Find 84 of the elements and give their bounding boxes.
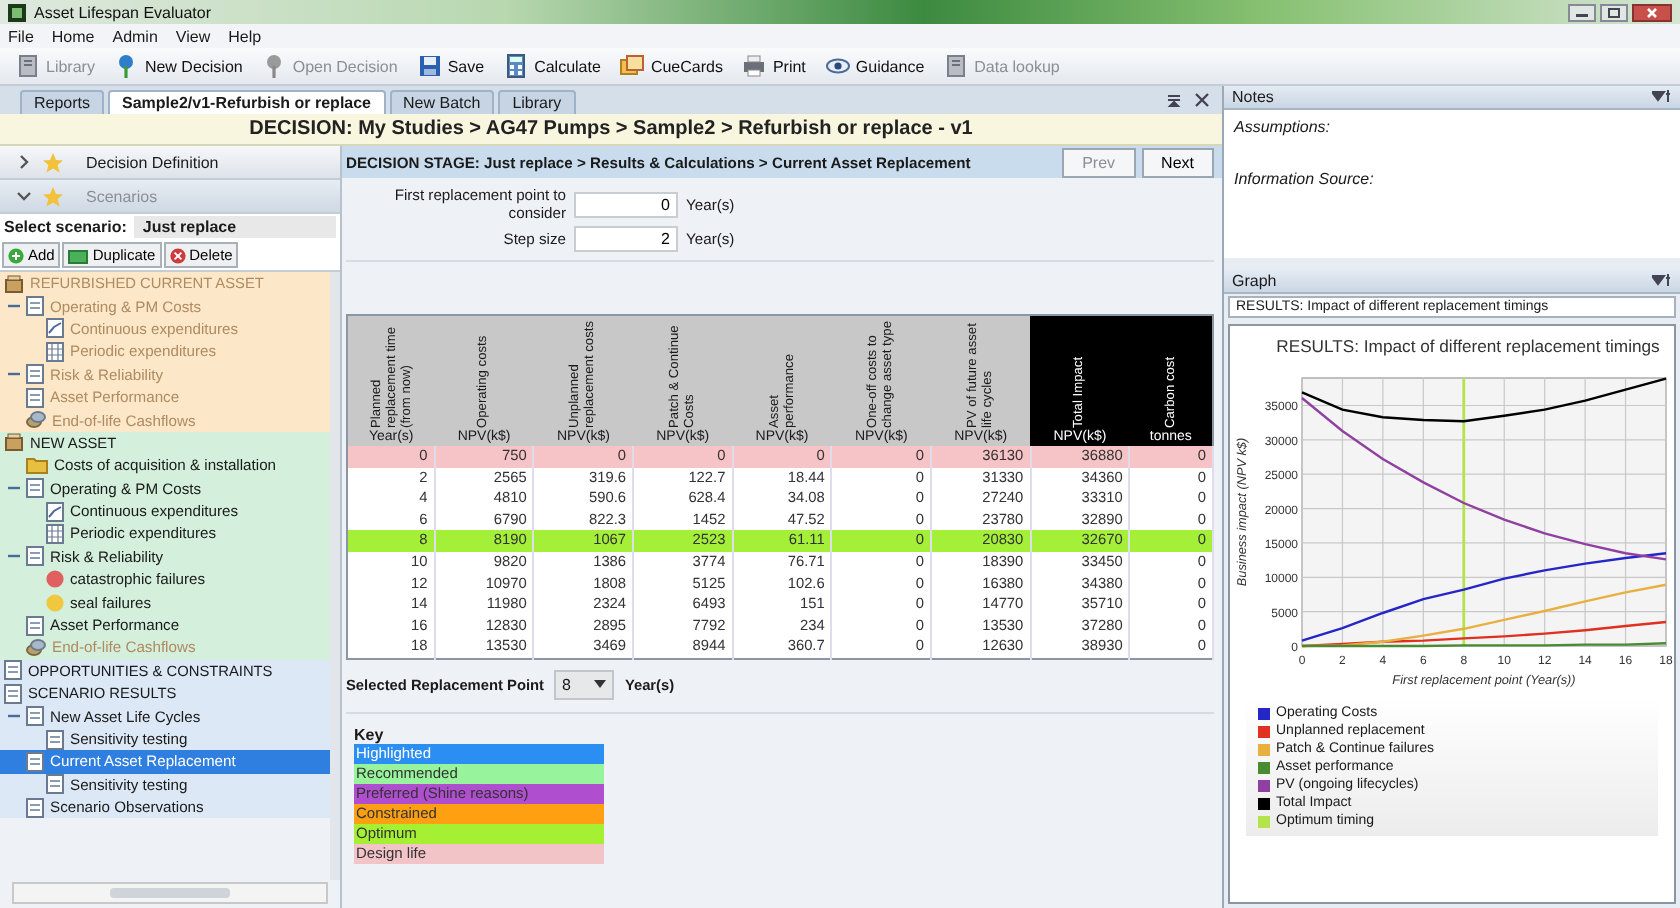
- page-icon: [26, 387, 44, 408]
- panel-title: Notes: [1232, 88, 1274, 106]
- close-icon[interactable]: [1194, 92, 1210, 108]
- nav-button[interactable]: Next: [1141, 147, 1214, 177]
- plus-circle-icon: [8, 247, 24, 263]
- toolbar-button[interactable]: Print: [738, 52, 810, 80]
- document-tab[interactable]: Reports: [20, 90, 105, 114]
- chart-icon: [46, 501, 64, 522]
- horizontal-scrollbar[interactable]: [12, 882, 328, 904]
- scenario-dropdown[interactable]: Just replace: [134, 216, 336, 238]
- coins-icon: [26, 410, 46, 431]
- menu-item[interactable]: Help: [228, 27, 262, 45]
- star-icon: [42, 185, 64, 207]
- panel-title: Scenarios: [86, 187, 158, 205]
- chart-title: RESULTS: Impact of different replacement timings: [1276, 336, 1660, 356]
- save-icon: [417, 54, 442, 78]
- copy-icon: [68, 247, 89, 263]
- input-field[interactable]: 2: [574, 226, 678, 252]
- delete-icon: [169, 247, 186, 263]
- document-tab[interactable]: Library: [498, 90, 576, 114]
- document-tab[interactable]: Sample2/v1-Refurbish or replace: [108, 90, 386, 114]
- toolbar-button[interactable]: CueCards: [616, 52, 727, 80]
- menu-item[interactable]: Admin: [112, 27, 158, 45]
- minimize-icon[interactable]: [1568, 3, 1596, 21]
- coins-icon: [26, 637, 46, 658]
- page-icon: [26, 296, 44, 317]
- page-icon: [46, 729, 64, 749]
- toolbar-button[interactable]: Guidance: [821, 52, 929, 80]
- grid-icon: [46, 523, 64, 544]
- page-icon: [26, 797, 44, 818]
- close-icon[interactable]: [1632, 3, 1672, 21]
- window-title: Asset Lifespan Evaluator: [34, 3, 211, 21]
- page-icon: [4, 683, 22, 704]
- page-icon: [4, 660, 22, 681]
- caret-icon: [594, 680, 607, 689]
- legend-swatch: [1258, 761, 1270, 773]
- chevron-right-icon: [16, 154, 32, 170]
- app-icon: [8, 3, 26, 21]
- page-icon: [26, 615, 44, 636]
- collapse-icon[interactable]: [8, 710, 20, 723]
- note-label: Assumptions:: [1234, 118, 1333, 136]
- legend-swatch: [1258, 779, 1270, 791]
- page-icon: [26, 546, 44, 567]
- panel-header[interactable]: Decision Definition: [0, 146, 340, 180]
- decision-title: DECISION: My Studies > AG47 Pumps > Sample2 > Refurbish or replace - v1: [0, 114, 1222, 146]
- star-icon: [42, 151, 64, 173]
- key-title: Key: [354, 725, 386, 744]
- printer-icon: [742, 54, 767, 78]
- document-tab[interactable]: New Batch: [389, 90, 495, 114]
- legend-swatch: [1258, 707, 1270, 719]
- legend-swatch: [1258, 725, 1270, 737]
- note-label: Information Source:: [1234, 170, 1376, 188]
- page-icon: [26, 751, 44, 772]
- calculator-icon: [504, 54, 529, 78]
- menu-item[interactable]: View: [175, 27, 211, 45]
- legend-swatch: [1258, 797, 1270, 809]
- page-icon: [26, 478, 44, 499]
- collapse-icon[interactable]: [8, 550, 20, 563]
- toolbar-button[interactable]: Save: [413, 52, 489, 80]
- menu-item[interactable]: File: [8, 27, 34, 45]
- panel-title: Graph: [1232, 272, 1277, 290]
- input-field[interactable]: 0: [574, 191, 678, 217]
- cards-icon: [620, 54, 645, 78]
- eye-icon: [825, 54, 850, 78]
- toolbar-button[interactable]: New Decision: [110, 52, 247, 80]
- maximize-icon[interactable]: [1600, 3, 1628, 21]
- legend-swatch: [1258, 815, 1270, 827]
- box-icon: [4, 432, 24, 453]
- chart-icon: [46, 318, 64, 339]
- page-icon: [46, 774, 64, 795]
- box-icon: [4, 273, 24, 294]
- book-icon: [16, 54, 40, 78]
- page-icon: [26, 706, 44, 727]
- collapse-icon[interactable]: [8, 482, 20, 495]
- page-icon: [26, 364, 44, 385]
- scenario-label: Select scenario:: [4, 218, 127, 236]
- toolbar-button[interactable]: Calculate: [500, 52, 605, 80]
- year-dropdown[interactable]: 8: [553, 669, 615, 700]
- menu-item[interactable]: Home: [51, 27, 95, 45]
- legend-swatch: [1258, 743, 1270, 755]
- chevron-down-icon: [16, 188, 32, 204]
- book-icon: [944, 54, 969, 78]
- panel-title: Decision Definition: [86, 153, 219, 171]
- grid-icon: [46, 341, 64, 362]
